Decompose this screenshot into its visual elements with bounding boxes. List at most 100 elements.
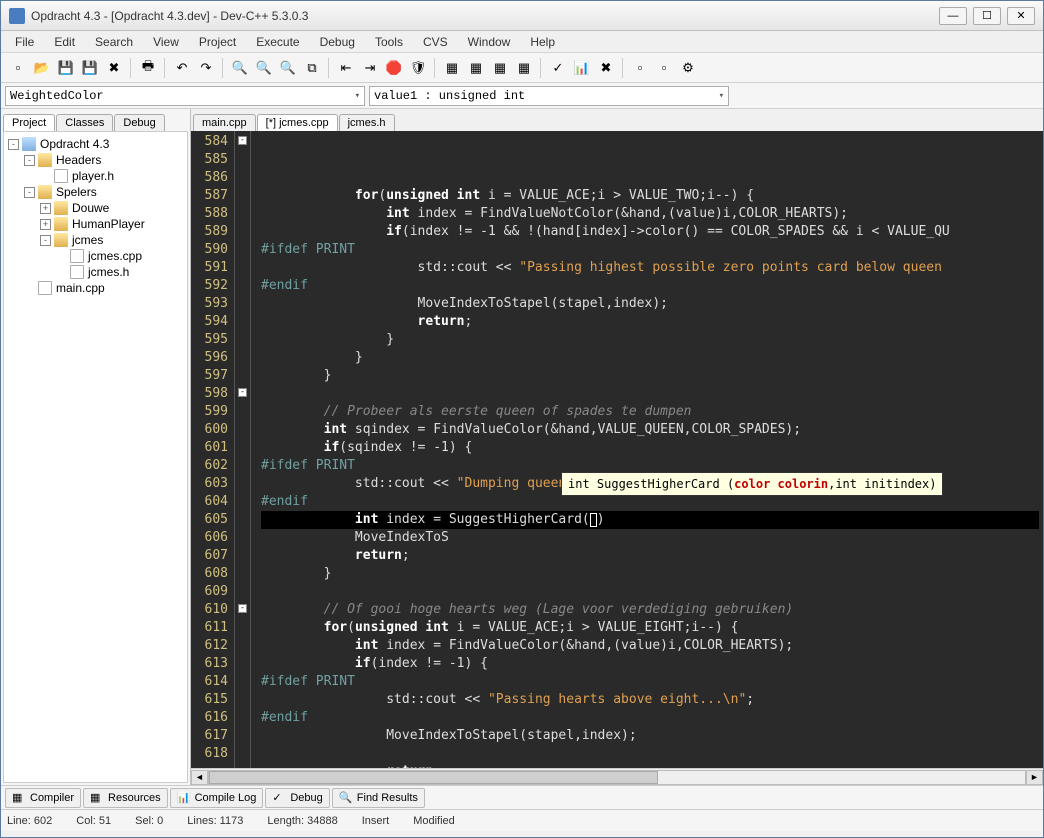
- editor-tab[interactable]: [*] jcmes.cpp: [257, 114, 338, 131]
- code-line[interactable]: }: [261, 331, 1039, 349]
- code-line[interactable]: return;: [261, 763, 1039, 768]
- tree-item[interactable]: jcmes.cpp: [8, 248, 183, 264]
- maximize-button[interactable]: ☐: [973, 7, 1001, 25]
- addfile-icon[interactable]: ▫: [653, 57, 675, 79]
- tree-item[interactable]: main.cpp: [8, 280, 183, 296]
- menu-window[interactable]: Window: [458, 33, 521, 51]
- menu-debug[interactable]: Debug: [310, 33, 365, 51]
- redo-icon[interactable]: ↷: [195, 57, 217, 79]
- tree-item[interactable]: -Opdracht 4.3: [8, 136, 183, 152]
- tree-item[interactable]: -jcmes: [8, 232, 183, 248]
- debug-start-icon[interactable]: ✓: [547, 57, 569, 79]
- fold-column[interactable]: ---: [235, 131, 251, 768]
- code-line[interactable]: #endif: [261, 277, 1039, 295]
- code-line[interactable]: }: [261, 349, 1039, 367]
- shield-icon[interactable]: 🛡: [407, 57, 429, 79]
- projoptions-icon[interactable]: ⚙: [677, 57, 699, 79]
- code-line[interactable]: int index = FindValueColor(&hand,(value)…: [261, 637, 1039, 655]
- run-icon[interactable]: ▦: [465, 57, 487, 79]
- project-tree[interactable]: -Opdracht 4.3-Headersplayer.h-Spelers+Do…: [3, 131, 188, 783]
- code-line[interactable]: [261, 745, 1039, 763]
- sidetab-debug[interactable]: Debug: [114, 114, 164, 131]
- compile-icon[interactable]: ▦: [441, 57, 463, 79]
- side-panel: ProjectClassesDebug -Opdracht 4.3-Header…: [1, 109, 191, 785]
- code-line[interactable]: MoveIndexToStapel(stapel,index);: [261, 727, 1039, 745]
- tree-item[interactable]: +Douwe: [8, 200, 183, 216]
- bottab-compiler[interactable]: ▦Compiler: [5, 788, 81, 808]
- code-line[interactable]: if(index != -1 && !(hand[index]->color()…: [261, 223, 1039, 241]
- compilerun-icon[interactable]: ▦: [489, 57, 511, 79]
- menu-execute[interactable]: Execute: [246, 33, 309, 51]
- saveall-icon[interactable]: 💾: [79, 57, 101, 79]
- menu-view[interactable]: View: [143, 33, 189, 51]
- tree-item[interactable]: -Headers: [8, 152, 183, 168]
- tree-item[interactable]: jcmes.h: [8, 264, 183, 280]
- code-line[interactable]: if(sqindex != -1) {: [261, 439, 1039, 457]
- code-line[interactable]: std::cout << "Passing hearts above eight…: [261, 691, 1039, 709]
- tree-item[interactable]: player.h: [8, 168, 183, 184]
- sidetab-project[interactable]: Project: [3, 114, 55, 131]
- code-line[interactable]: [261, 583, 1039, 601]
- code-line[interactable]: int index = SuggestHigherCard(): [261, 511, 1039, 529]
- file-icon: [70, 249, 84, 263]
- code-line[interactable]: MoveIndexToS: [261, 529, 1039, 547]
- undo-icon[interactable]: ↶: [171, 57, 193, 79]
- class-combo[interactable]: WeightedColor: [5, 86, 365, 106]
- break-icon[interactable]: 🛑: [383, 57, 405, 79]
- debug-stop-icon[interactable]: ✖: [595, 57, 617, 79]
- replace-icon[interactable]: 🔍: [253, 57, 275, 79]
- menu-cvs[interactable]: CVS: [413, 33, 458, 51]
- hscrollbar[interactable]: ◄►: [191, 768, 1043, 785]
- new-icon[interactable]: ▫: [7, 57, 29, 79]
- bottab-find-results[interactable]: 🔍Find Results: [332, 788, 425, 808]
- menu-edit[interactable]: Edit: [44, 33, 85, 51]
- code-line[interactable]: #ifdef PRINT: [261, 241, 1039, 259]
- code-line[interactable]: }: [261, 565, 1039, 583]
- editor-tab[interactable]: main.cpp: [193, 114, 256, 131]
- code-line[interactable]: #ifdef PRINT: [261, 673, 1039, 691]
- profile-icon[interactable]: 📊: [571, 57, 593, 79]
- menu-project[interactable]: Project: [189, 33, 246, 51]
- code-line[interactable]: if(index != -1) {: [261, 655, 1039, 673]
- member-combo[interactable]: value1 : unsigned int: [369, 86, 729, 106]
- next-icon[interactable]: ⇥: [359, 57, 381, 79]
- bottab-compile-log[interactable]: 📊Compile Log: [170, 788, 264, 808]
- minimize-button[interactable]: —: [939, 7, 967, 25]
- close-button[interactable]: ✕: [1007, 7, 1035, 25]
- code-area[interactable]: int SuggestHigherCard (color colorin,int…: [251, 131, 1043, 768]
- code-line[interactable]: return;: [261, 547, 1039, 565]
- close-file-icon[interactable]: ✖: [103, 57, 125, 79]
- open-icon[interactable]: 📂: [31, 57, 53, 79]
- code-line[interactable]: for(unsigned int i = VALUE_ACE;i > VALUE…: [261, 619, 1039, 637]
- code-line[interactable]: // Probeer als eerste queen of spades te…: [261, 403, 1039, 421]
- code-line[interactable]: // Of gooi hoge hearts weg (Lage voor ve…: [261, 601, 1039, 619]
- code-line[interactable]: #endif: [261, 709, 1039, 727]
- tree-item[interactable]: +HumanPlayer: [8, 216, 183, 232]
- prev-icon[interactable]: ⇤: [335, 57, 357, 79]
- sidetab-classes[interactable]: Classes: [56, 114, 113, 131]
- code-line[interactable]: int sqindex = FindValueColor(&hand,VALUE…: [261, 421, 1039, 439]
- menu-file[interactable]: File: [5, 33, 44, 51]
- code-line[interactable]: std::cout << "Passing highest possible z…: [261, 259, 1039, 277]
- menu-tools[interactable]: Tools: [365, 33, 413, 51]
- newproj-icon[interactable]: ▫: [629, 57, 651, 79]
- code-line[interactable]: [261, 385, 1039, 403]
- code-line[interactable]: return;: [261, 313, 1039, 331]
- find-icon[interactable]: 🔍: [229, 57, 251, 79]
- menu-search[interactable]: Search: [85, 33, 143, 51]
- tree-item[interactable]: -Spelers: [8, 184, 183, 200]
- rebuild-icon[interactable]: ▦: [513, 57, 535, 79]
- code-line[interactable]: MoveIndexToStapel(stapel,index);: [261, 295, 1039, 313]
- bottab-debug[interactable]: ✓Debug: [265, 788, 329, 808]
- print-icon[interactable]: 🖶: [137, 57, 159, 79]
- goto-icon[interactable]: ⧉: [301, 57, 323, 79]
- code-line[interactable]: }: [261, 367, 1039, 385]
- bottab-resources[interactable]: ▦Resources: [83, 788, 168, 808]
- code-line[interactable]: for(unsigned int i = VALUE_ACE;i > VALUE…: [261, 187, 1039, 205]
- code-line[interactable]: int index = FindValueNotColor(&hand,(val…: [261, 205, 1039, 223]
- findinfiles-icon[interactable]: 🔍: [277, 57, 299, 79]
- menu-help[interactable]: Help: [520, 33, 565, 51]
- code-editor[interactable]: 584 585 586 587 588 589 590 591 592 593 …: [191, 131, 1043, 768]
- editor-tab[interactable]: jcmes.h: [339, 114, 395, 131]
- save-icon[interactable]: 💾: [55, 57, 77, 79]
